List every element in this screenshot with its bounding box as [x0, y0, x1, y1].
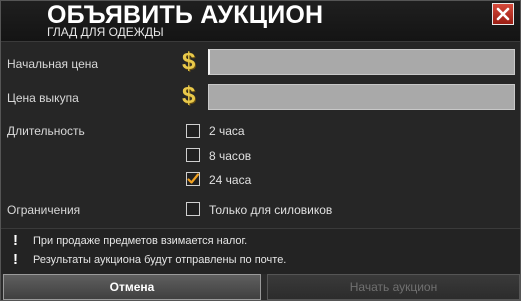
buyout-price-input[interactable] [208, 84, 515, 110]
restriction-checkbox[interactable] [186, 202, 200, 216]
duration-2h-label: 2 часа [209, 124, 245, 138]
start-auction-button[interactable]: Начать аукцион [267, 274, 520, 300]
exclamation-icon: ! [13, 251, 18, 268]
close-icon [496, 7, 510, 21]
duration-24h-label: 24 часа [209, 173, 252, 187]
dialog-subtitle: ГЛАД ДЛЯ ОДЕЖДЫ [47, 25, 164, 39]
auction-dialog: ОБЪЯВИТЬ АУКЦИОН ГЛАД ДЛЯ ОДЕЖДЫ Начальн… [0, 0, 521, 301]
exclamation-icon: ! [13, 232, 18, 249]
restrictions-label: Ограничения [7, 203, 81, 217]
restriction-label: Только для силовиков [209, 203, 333, 217]
cancel-button[interactable]: Отмена [3, 274, 261, 300]
duration-2h-checkbox[interactable] [186, 124, 200, 138]
duration-8h-checkbox[interactable] [186, 148, 200, 162]
duration-24h-checkbox[interactable] [186, 172, 200, 186]
note-tax: При продаже предметов взимается налог. [33, 235, 248, 247]
dollar-icon: $ [182, 82, 196, 109]
start-price-label: Начальная цена [7, 57, 99, 71]
notes-area: ! При продаже предметов взимается налог.… [1, 228, 520, 274]
form-area: Начальная цена $ Цена выкупа $ Длительно… [1, 41, 520, 228]
duration-label: Длительность [7, 124, 85, 138]
buyout-price-label: Цена выкупа [7, 91, 79, 105]
checkmark-icon [187, 173, 200, 184]
dollar-icon: $ [182, 48, 196, 75]
close-button[interactable] [492, 3, 514, 25]
note-mail: Результаты аукциона будут отправлены по … [33, 254, 287, 266]
dialog-header: ОБЪЯВИТЬ АУКЦИОН ГЛАД ДЛЯ ОДЕЖДЫ [1, 1, 520, 41]
start-price-input[interactable] [208, 49, 515, 75]
duration-8h-label: 8 часов [209, 149, 252, 163]
